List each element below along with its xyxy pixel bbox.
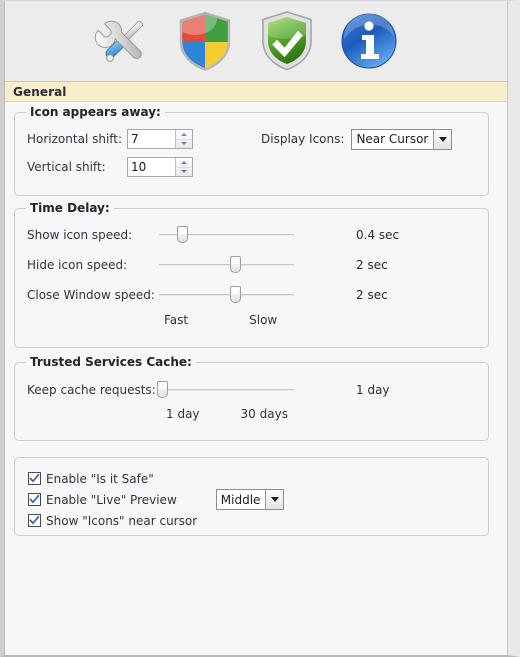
slider-thumb[interactable] [156, 381, 168, 398]
label-hide-icon-speed: Hide icon speed: [27, 258, 128, 272]
group-title-time-delay: Time Delay: [26, 201, 114, 215]
group-time-delay: Time Delay: Show icon speed: 0.4 sec Hid… [14, 201, 489, 348]
live-preview-value: Middle [220, 492, 261, 507]
time-delay-scale: Fast Slow [27, 310, 476, 330]
label-close-window-speed: Close Window speed: [27, 288, 155, 302]
toolbar-button-tools[interactable] [82, 5, 164, 77]
check-icon [29, 494, 40, 504]
settings-window: General Icon appears away: Horizontal sh… [0, 0, 520, 657]
slider-track[interactable] [159, 264, 294, 266]
scale-label-slow: Slow [249, 313, 278, 327]
time-delay-row: Close Window speed: 2 sec [27, 280, 476, 310]
chevron-up-icon [181, 160, 187, 164]
label-show-icons-near-cursor: Show "Icons" near cursor [46, 513, 198, 528]
chevron-down-icon [181, 170, 187, 174]
option-row[interactable]: Enable "Live" Preview Middle [28, 489, 476, 510]
slider-thumb[interactable] [176, 226, 188, 243]
cache-row: Keep cache requests: 1 day [27, 376, 476, 404]
group-trusted-services-cache: Trusted Services Cache: Keep cache reque… [14, 355, 489, 441]
security-shield-icon [177, 11, 233, 71]
toolbar-button-info[interactable] [328, 5, 410, 77]
horizontal-shift-increment[interactable] [176, 130, 192, 140]
toolbar [4, 1, 508, 82]
display-icons-dropdown-arrow[interactable] [433, 129, 452, 149]
check-icon [29, 473, 40, 483]
group-icon-appears-away: Icon appears away: Horizontal shift: 7 D… [14, 105, 489, 196]
keep-cache-requests-value: 1 day [356, 383, 390, 397]
vertical-shift-decrement[interactable] [176, 168, 192, 177]
slider-thumb[interactable] [229, 256, 241, 273]
horizontal-shift-value[interactable]: 7 [128, 130, 175, 148]
option-row[interactable]: Enable "Is it Safe" [28, 468, 476, 489]
label-keep-cache-requests: Keep cache requests: [27, 383, 156, 397]
slider-track[interactable] [159, 294, 294, 296]
settings-content: Icon appears away: Horizontal shift: 7 D… [4, 102, 508, 536]
cache-scale: 1 day 30 days [27, 404, 476, 424]
label-vertical-shift: Vertical shift: [27, 160, 106, 174]
label-display-icons: Display Icons: [261, 132, 345, 146]
tools-icon [92, 11, 154, 71]
time-delay-row: Hide icon speed: 2 sec [27, 250, 476, 280]
group-title-icon-appears-away: Icon appears away: [26, 105, 165, 119]
scale-label-min: 1 day [166, 407, 200, 421]
scale-label-max: 30 days [240, 407, 288, 421]
vertical-shift-spinner[interactable]: 10 [127, 157, 193, 177]
check-icon [29, 515, 40, 525]
show-icon-speed-slider[interactable] [159, 225, 294, 245]
vertical-shift-value[interactable]: 10 [128, 158, 175, 176]
label-show-icon-speed: Show icon speed: [27, 228, 133, 242]
section-header-general: General [4, 82, 508, 102]
group-title-trusted-services-cache: Trusted Services Cache: [26, 355, 196, 369]
time-delay-row: Show icon speed: 0.4 sec [27, 220, 476, 250]
chevron-down-icon [270, 497, 279, 502]
horizontal-shift-stepper[interactable] [175, 130, 192, 148]
live-preview-select[interactable]: Middle [215, 489, 285, 510]
horizontal-shift-decrement[interactable] [176, 140, 192, 149]
section-header-label: General [13, 84, 67, 99]
toolbar-button-security[interactable] [164, 5, 246, 77]
option-row[interactable]: Show "Icons" near cursor [28, 510, 476, 531]
close-window-speed-value: 2 sec [356, 288, 388, 302]
close-window-speed-slider[interactable] [159, 285, 294, 305]
hide-icon-speed-value: 2 sec [356, 258, 388, 272]
chevron-down-icon [181, 142, 187, 146]
keep-cache-requests-slider[interactable] [156, 380, 294, 400]
scale-label-fast: Fast [164, 313, 189, 327]
live-preview-dropdown-arrow[interactable] [265, 490, 284, 509]
vertical-shift-increment[interactable] [176, 158, 192, 168]
label-enable-is-it-safe: Enable "Is it Safe" [46, 471, 154, 486]
chevron-up-icon [181, 132, 187, 136]
group-options: Enable "Is it Safe" Enable "Live" Previe… [14, 457, 489, 536]
info-icon [340, 12, 398, 70]
green-check-shield-icon [259, 10, 315, 72]
slider-thumb[interactable] [229, 286, 241, 303]
hide-icon-speed-slider[interactable] [159, 255, 294, 275]
chevron-down-icon [438, 136, 447, 142]
display-icons-value: Near Cursor [356, 132, 429, 146]
label-horizontal-shift: Horizontal shift: [27, 132, 123, 146]
checkbox-enable-is-it-safe[interactable] [28, 472, 41, 485]
vertical-shift-stepper[interactable] [175, 158, 192, 176]
horizontal-shift-spinner[interactable]: 7 [127, 129, 193, 149]
checkbox-show-icons-near-cursor[interactable] [28, 514, 41, 527]
slider-track[interactable] [159, 389, 294, 391]
label-enable-live-preview: Enable "Live" Preview [46, 492, 177, 507]
show-icon-speed-value: 0.4 sec [356, 228, 400, 242]
checkbox-enable-live-preview[interactable] [28, 493, 41, 506]
display-icons-select[interactable]: Near Cursor [351, 128, 453, 150]
toolbar-button-safe[interactable] [246, 5, 328, 77]
